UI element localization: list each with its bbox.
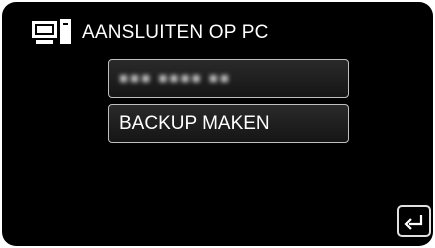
back-button[interactable] [397, 205, 431, 237]
return-arrow-icon [404, 215, 423, 230]
computer-icon [32, 19, 72, 47]
menu-item-label: ■■■ ■■■■ ■■ [119, 70, 231, 87]
menu-item-blurred[interactable]: ■■■ ■■■■ ■■ [108, 59, 349, 98]
camera-screen: AANSLUITEN OP PC ■■■ ■■■■ ■■ BACKUP MAKE… [2, 2, 433, 246]
header: AANSLUITEN OP PC [32, 19, 269, 47]
page-title: AANSLUITEN OP PC [82, 22, 269, 43]
backup-button[interactable]: BACKUP MAKEN [108, 104, 349, 143]
menu-item-label: BACKUP MAKEN [119, 112, 270, 134]
